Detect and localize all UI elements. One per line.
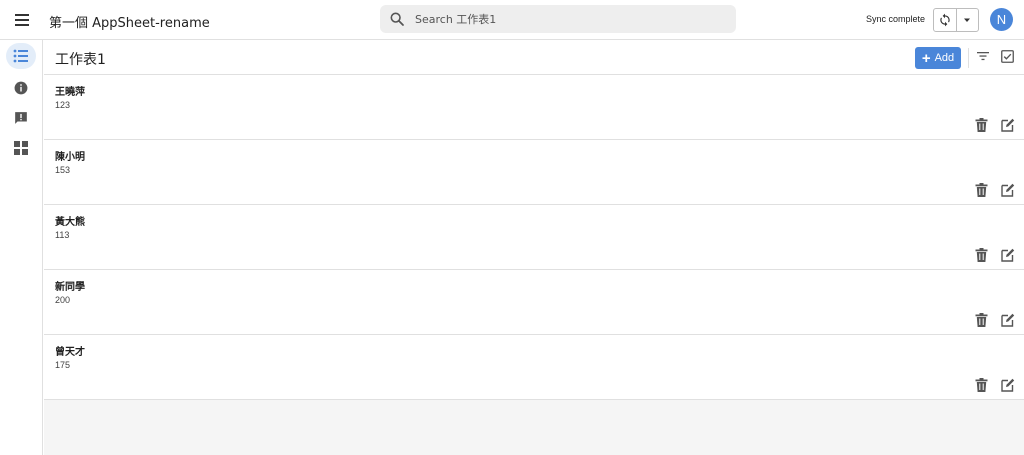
checkbox-select-icon[interactable] [1001,50,1014,63]
list-item[interactable]: 新同學 200 [44,270,1024,335]
plus-icon: + [921,49,931,67]
edit-icon[interactable] [1001,248,1015,262]
nav-feedback[interactable] [6,105,36,131]
record-name: 王曉萍 [55,87,85,98]
list-item[interactable]: 黃大熊 113 [44,205,1024,270]
trash-icon[interactable] [975,378,988,392]
record-value: 123 [55,100,71,110]
header-divider [968,48,969,68]
edit-icon[interactable] [1001,313,1015,327]
top-app-bar: 第一個 AppSheet-rename Sync complete N [0,0,1024,40]
view-title: 工作表1 [55,52,106,68]
record-value: 113 [55,230,70,240]
nav-dashboard[interactable] [6,135,36,161]
trash-icon[interactable] [975,183,988,197]
trash-icon[interactable] [975,118,988,132]
trash-icon[interactable] [975,313,988,327]
trash-icon[interactable] [975,248,988,262]
edit-icon[interactable] [1001,378,1015,392]
list-view-icon [13,49,28,63]
avatar[interactable]: N [990,8,1013,31]
edit-icon[interactable] [1001,118,1015,132]
sync-options-button[interactable] [957,9,979,31]
navigation-rail [0,40,43,455]
list-item[interactable]: 曾天才 175 [44,335,1024,400]
app-title: 第一個 AppSheet-rename [49,16,210,31]
filter-icon[interactable] [977,51,989,61]
search-input[interactable] [415,5,715,33]
record-value: 175 [55,360,71,370]
sync-icon [940,13,950,27]
record-name: 新同學 [55,282,85,293]
dashboard-icon [14,141,28,155]
search-icon [390,12,404,26]
record-name: 陳小明 [55,152,85,163]
sync-button-group [933,8,979,32]
list-item[interactable]: 王曉萍 123 [44,75,1024,140]
edit-icon[interactable] [1001,183,1015,197]
record-name: 黃大熊 [55,217,85,228]
sync-status: Sync complete [866,14,926,24]
record-name: 曾天才 [55,347,85,358]
record-value: 200 [55,295,71,305]
add-button[interactable]: + Add [915,47,961,69]
record-list: 王曉萍 123 陳小明 153 黃大熊 113 新同學 200 曾天才 175 [44,75,1024,400]
view-header: 工作表1 + Add [44,40,1024,75]
feedback-icon [15,112,27,124]
search-bar[interactable] [380,5,736,33]
nav-list-view[interactable] [6,43,36,69]
caret-down-icon [964,18,971,22]
record-value: 153 [55,165,71,175]
sync-button[interactable] [934,9,957,31]
nav-info[interactable] [6,75,36,101]
list-item[interactable]: 陳小明 153 [44,140,1024,205]
info-icon [14,81,28,95]
add-button-label: Add [934,52,955,64]
main-content: 工作表1 + Add 王曉萍 123 陳小明 153 黃大熊 113 新同學 2… [44,40,1024,455]
hamburger-menu-icon[interactable] [10,8,34,32]
